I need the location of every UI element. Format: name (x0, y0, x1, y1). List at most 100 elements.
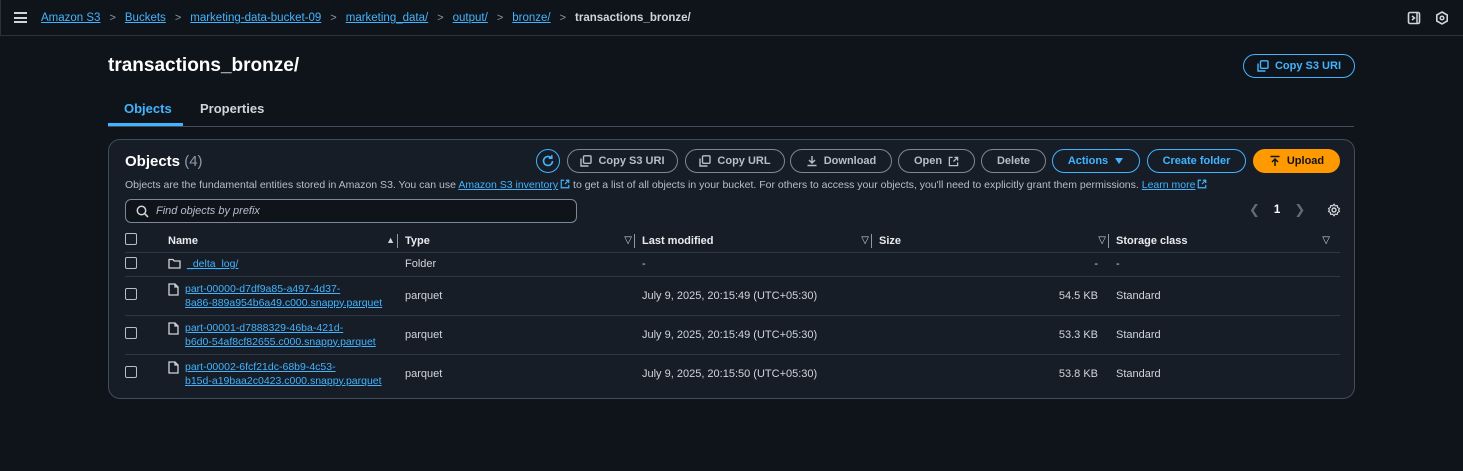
storage-class-cell: Standard (1116, 314, 1340, 354)
copy-url-label: Copy URL (717, 155, 771, 167)
gear-icon[interactable] (1327, 203, 1341, 217)
create-folder-label: Create folder (1162, 155, 1231, 167)
row-select-cell (125, 275, 168, 315)
tab-bar: Objects Properties (108, 95, 1354, 127)
open-button[interactable]: Open (898, 149, 975, 173)
column-name-label: Name (168, 234, 198, 247)
select-all-checkbox[interactable] (125, 233, 137, 246)
breadcrumb-link-marketing-data[interactable]: marketing_data/ (346, 12, 428, 24)
create-folder-button[interactable]: Create folder (1147, 149, 1246, 173)
column-header-storage-class[interactable]: Storage class ▽ (1108, 230, 1340, 252)
chevron-right-icon: > (174, 12, 182, 24)
download-button[interactable]: Download (790, 149, 892, 173)
upload-icon (1270, 155, 1280, 166)
actions-dropdown-button[interactable]: Actions (1052, 149, 1140, 173)
caret-down-icon (1115, 158, 1124, 164)
storage-class-cell: Standard (1116, 353, 1340, 393)
row-checkbox[interactable] (125, 288, 137, 300)
breadcrumb-link-amazon-s3[interactable]: Amazon S3 (41, 12, 100, 24)
file-name-line-2: b6d0-54af8cf82655.c000.snappy.parquet (185, 335, 376, 348)
breadcrumb-current: transactions_bronze/ (575, 12, 691, 24)
s3-inventory-link[interactable]: Amazon S3 inventory (458, 179, 558, 191)
chevron-right-icon: > (109, 12, 116, 24)
sort-toggle-icon[interactable]: ▽ (1322, 235, 1330, 246)
type-cell: parquet (405, 314, 642, 354)
sort-ascending-icon[interactable]: ▲ (386, 235, 395, 245)
last-modified-cell: July 9, 2025, 20:15:50 (UTC+05:30) (642, 353, 879, 393)
row-checkbox[interactable] (125, 327, 137, 339)
copy-icon (699, 155, 712, 167)
learn-more-link[interactable]: Learn more (1142, 179, 1196, 191)
sort-toggle-icon[interactable]: ▽ (624, 235, 632, 246)
page-title: transactions_bronze/ (108, 55, 300, 76)
column-header-size[interactable]: Size ▽ (871, 230, 1116, 252)
chevron-right-icon: > (330, 12, 337, 24)
tab-properties[interactable]: Properties (200, 101, 264, 116)
settings-icon[interactable] (1435, 11, 1449, 25)
row-checkbox[interactable] (125, 256, 137, 269)
side-panel-icon[interactable] (1407, 11, 1421, 25)
top-icons (1407, 11, 1449, 25)
top-navigation-bar: Amazon S3 > Buckets > marketing-data-buc… (0, 0, 1463, 36)
row-select-cell (125, 353, 168, 393)
tab-objects[interactable]: Objects (124, 101, 172, 116)
column-header-last-modified[interactable]: Last modified ▽ (634, 230, 879, 252)
column-type-label: Type (405, 234, 430, 247)
active-tab-indicator (108, 123, 183, 126)
copy-url-button[interactable]: Copy URL (685, 149, 785, 173)
next-page-icon[interactable]: ❯ (1294, 202, 1305, 218)
breadcrumb-link-buckets[interactable]: Buckets (125, 12, 166, 24)
sort-toggle-icon[interactable]: ▽ (1098, 235, 1106, 246)
last-modified-cell: July 9, 2025, 20:15:49 (UTC+05:30) (642, 314, 879, 354)
folder-icon (168, 258, 181, 269)
description-text-2: to get a list of all objects in your buc… (570, 179, 1142, 191)
sort-toggle-icon[interactable]: ▽ (861, 235, 869, 246)
file-name-line-1: part-00001-d7888329-46ba-421d- (185, 321, 344, 334)
size-cell: 54.5 KB (879, 275, 1116, 315)
refresh-button[interactable] (536, 149, 560, 173)
breadcrumb-link-output[interactable]: output/ (453, 12, 488, 24)
download-icon (807, 156, 817, 167)
storage-class-cell: - (1116, 251, 1340, 276)
row-checkbox[interactable] (125, 366, 137, 379)
search-input[interactable] (156, 203, 566, 219)
last-modified-cell: - (642, 251, 879, 276)
column-header-name[interactable]: Name ▲ (168, 230, 405, 252)
file-icon (168, 361, 179, 374)
objects-table: Name ▲ Type ▽ Last modified ▽ Size ▽ Storage… (125, 230, 1340, 393)
objects-panel: Objects (4) Copy S3 URI Copy URL Downloa… (108, 139, 1355, 399)
table-row: _delta_log/ Folder - - - (125, 251, 1340, 276)
file-link[interactable]: part-00000-d7df9a85-a497-4d37- 8a86-889a9… (185, 282, 382, 310)
table-row: part-00002-6fcf21dc-68b9-4c53- b15d-a19ba… (125, 353, 1340, 393)
file-name-line-1: part-00002-6fcf21dc-68b9-4c53- (185, 360, 336, 373)
menu-icon[interactable] (14, 12, 27, 23)
column-header-type[interactable]: Type ▽ (397, 230, 642, 252)
previous-page-icon[interactable]: ❮ (1249, 202, 1260, 218)
size-cell: 53.8 KB (879, 353, 1116, 393)
delete-button[interactable]: Delete (981, 149, 1046, 173)
search-box (125, 199, 577, 223)
file-link[interactable]: part-00001-d7888329-46ba-421d-b6d0-54af8… (185, 321, 376, 349)
row-select-cell (125, 251, 168, 276)
type-cell: parquet (405, 275, 642, 315)
copy-s3-uri-toolbar-button[interactable]: Copy S3 URI (567, 149, 678, 173)
breadcrumb-link-bucket[interactable]: marketing-data-bucket-09 (190, 12, 321, 24)
table-header-row: Name ▲ Type ▽ Last modified ▽ Size ▽ Storage… (125, 230, 1340, 252)
column-divider (634, 234, 635, 248)
column-storage-class-label: Storage class (1116, 234, 1188, 247)
type-cell: parquet (405, 353, 642, 393)
current-page-number[interactable]: 1 (1274, 204, 1280, 216)
column-size-label: Size (879, 234, 902, 247)
breadcrumb-link-bronze[interactable]: bronze/ (512, 12, 550, 24)
name-cell: part-00001-d7888329-46ba-421d-b6d0-54af8… (168, 314, 405, 354)
name-cell: part-00002-6fcf21dc-68b9-4c53- b15d-a19ba… (168, 353, 405, 393)
file-link[interactable]: part-00002-6fcf21dc-68b9-4c53- b15d-a19ba… (185, 360, 382, 388)
copy-s3-uri-button[interactable]: Copy S3 URI (1243, 54, 1355, 78)
column-divider (871, 234, 872, 248)
folder-link[interactable]: _delta_log/ (187, 257, 238, 271)
objects-description: Objects are the fundamental entities sto… (125, 179, 1207, 191)
table-row: part-00001-d7888329-46ba-421d-b6d0-54af8… (125, 314, 1340, 354)
column-divider (397, 234, 398, 248)
name-cell: part-00000-d7df9a85-a497-4d37- 8a86-889a9… (168, 275, 405, 315)
upload-button[interactable]: Upload (1253, 149, 1340, 173)
